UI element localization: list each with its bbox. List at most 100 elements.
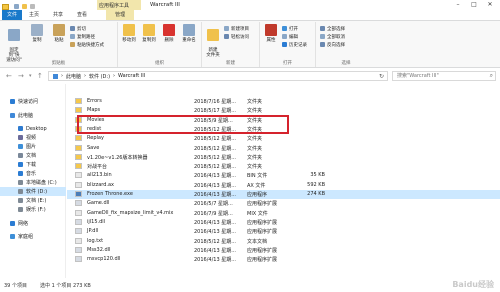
new-folder-icon[interactable]	[22, 4, 27, 9]
new-folder-button[interactable]: 新建 文件夹	[204, 24, 222, 58]
file-row[interactable]: Mss32.dll 2016/4/13 星期... 应用程序扩展	[67, 246, 500, 255]
highlight-box	[77, 115, 289, 134]
nav-item[interactable]: Desktop	[0, 124, 66, 133]
minimize-icon[interactable]: –	[450, 0, 466, 10]
file-row[interactable]: Frozen Throne.exe 2016/4/13 星期... 应用程序 274 …	[67, 190, 500, 199]
file-row[interactable]: v1.20e~v1.26版本转换器 2018/5/12 星期... 文件夹	[67, 153, 500, 162]
nav-item[interactable]: 下载	[0, 160, 66, 169]
network-icon	[10, 221, 15, 226]
file-row[interactable]: blizzard.ax 2016/4/13 星期... AX 文件 592 KB	[67, 181, 500, 190]
nav-item[interactable]: 本地磁盘 (C:)	[0, 178, 66, 187]
nav-item[interactable]: 快速访问	[0, 97, 66, 106]
file-name: ijl15.dll	[87, 218, 106, 225]
document-icon	[18, 153, 23, 158]
chevron-down-icon[interactable]: ▾	[29, 72, 32, 80]
nav-item[interactable]: 此电脑	[0, 111, 66, 120]
file-row[interactable]: all213.bin 2016/4/13 星期... BIN 文件 35 KB	[67, 171, 500, 180]
paste-shortcut-label: 粘贴快捷方式	[77, 42, 104, 48]
file-row[interactable]: Save 2018/5/12 星期... 文件夹	[67, 144, 500, 153]
file-type: 文件夹	[247, 145, 263, 152]
file-row[interactable]: GameDll_fix_mapsize_limit_v4.mix 2016/7/9…	[67, 209, 500, 218]
breadcrumb-this-pc[interactable]: 此电脑	[66, 73, 81, 80]
breadcrumb-warcraft[interactable]: Warcraft III	[118, 73, 145, 79]
file-row[interactable]: Replay 2018/5/12 星期... 文件夹	[67, 134, 500, 143]
desktop-icon	[18, 126, 23, 131]
open-group-label: 打开	[283, 61, 292, 66]
nav-item-label: 软件 (D:)	[26, 189, 48, 195]
easy-access-button[interactable]: 轻松访问	[224, 33, 249, 40]
cut-button[interactable]: 剪切	[70, 25, 86, 32]
folder-icon	[75, 153, 82, 160]
history-button[interactable]: 历史记录	[282, 41, 307, 48]
maximize-icon[interactable]: □	[466, 0, 482, 10]
file-date: 2018/5/12 星期...	[194, 145, 236, 152]
nav-item-label: 音乐	[26, 171, 37, 177]
file-row[interactable]: Maps 2018/5/17 星期... 文件夹	[67, 106, 500, 115]
file-row[interactable]: Errors 2018/7/16 星期... 文件夹	[67, 97, 500, 106]
scissors-icon	[70, 26, 75, 31]
nav-item[interactable]: 图片	[0, 142, 66, 151]
search-input[interactable]: 搜索"Warcraft III" ⌕	[392, 71, 496, 81]
tab-home[interactable]: 主页	[22, 10, 46, 20]
nav-item[interactable]: 文档 (E:)	[0, 196, 66, 205]
edit-icon	[282, 34, 287, 39]
nav-item[interactable]: 娱乐 (F:)	[0, 205, 66, 214]
address-bar[interactable]: › 此电脑 › 软件 (D:) › Warcraft III ↻	[48, 71, 388, 81]
invert-selection-button[interactable]: 反向选择	[320, 41, 345, 48]
copy-label: 复制	[32, 38, 42, 43]
refresh-icon[interactable]: ↻	[379, 73, 384, 80]
copy-path-button[interactable]: 复制路径	[70, 33, 95, 40]
file-row[interactable]: msvcp120.dll 2016/4/13 星期... 应用程序扩展	[67, 255, 500, 264]
nav-item-label: 此电脑	[18, 113, 34, 119]
tab-share[interactable]: 共享	[46, 10, 70, 20]
new-item-button[interactable]: 新建项目	[224, 25, 249, 32]
up-icon[interactable]: ↑	[37, 72, 43, 80]
file-size: 35 KB	[310, 172, 325, 179]
back-icon[interactable]: ←	[6, 72, 12, 80]
close-icon[interactable]: ✕	[482, 0, 498, 10]
select-all-button[interactable]: 全部选择	[320, 25, 345, 32]
select-none-label: 全部取消	[327, 34, 345, 40]
properties-icon[interactable]	[14, 4, 19, 9]
nav-item[interactable]: 家庭组	[0, 232, 66, 241]
tab-file[interactable]: 文件	[2, 10, 23, 20]
open-button[interactable]: 打开	[282, 25, 298, 32]
paste-label: 粘贴	[54, 38, 64, 43]
nav-item[interactable]: 软件 (D:)	[0, 187, 66, 196]
file-row[interactable]: ijl15.dll 2016/4/13 星期... 应用程序扩展	[67, 218, 500, 227]
pin-quick-access-button[interactable]: 固定到"快 速访问"	[4, 24, 24, 63]
file-row[interactable]: log.txt 2018/5/12 星期... 文本文档	[67, 237, 500, 246]
nav-item[interactable]: 文档	[0, 151, 66, 160]
homegroup-icon	[10, 234, 15, 239]
folder-icon	[75, 144, 82, 151]
rename-button[interactable]: 重命名	[180, 24, 198, 43]
paste-shortcut-button[interactable]: 粘贴快捷方式	[70, 41, 104, 48]
breadcrumb-drive-d[interactable]: 软件 (D:)	[89, 73, 110, 80]
file-name: msvcp120.dll	[87, 256, 121, 263]
delete-button[interactable]: 删除	[160, 24, 178, 43]
file-row[interactable]: JP.dll 2016/4/13 星期... 应用程序扩展	[67, 227, 500, 236]
nav-item[interactable]: 网络	[0, 219, 66, 228]
new-folder-label: 新建 文件夹	[206, 48, 220, 58]
move-to-button[interactable]: 移动到	[120, 24, 138, 43]
copy-button[interactable]: 复制	[28, 24, 46, 43]
forward-icon[interactable]: →	[18, 72, 24, 80]
paste-button[interactable]: 粘贴	[50, 24, 68, 43]
copy-to-button[interactable]: 复制到	[140, 24, 158, 43]
edit-button[interactable]: 编辑	[282, 33, 298, 40]
file-row[interactable]: 对战平台 2018/5/12 星期... 文件夹	[67, 162, 500, 171]
chevron-down-icon[interactable]	[30, 4, 35, 9]
file-date: 2018/5/17 星期...	[194, 108, 236, 115]
tab-view[interactable]: 查看	[70, 10, 94, 20]
nav-item[interactable]: 音乐	[0, 169, 66, 178]
delete-label: 删除	[164, 38, 174, 43]
file-type: 应用程序扩展	[247, 247, 278, 254]
tab-manage[interactable]: 管理	[106, 10, 135, 20]
select-none-button[interactable]: 全部取消	[320, 33, 345, 40]
nav-item[interactable]: 视频	[0, 133, 66, 142]
properties-button[interactable]: 属性	[262, 24, 280, 43]
file-row[interactable]: Game.dll 2016/5/7 星期... 应用程序扩展	[67, 199, 500, 208]
file-date: 2018/5/12 星期...	[194, 238, 236, 245]
dll-icon	[75, 200, 82, 207]
organize-group: 移动到 复制到 删除 重命名 组织	[118, 22, 202, 67]
